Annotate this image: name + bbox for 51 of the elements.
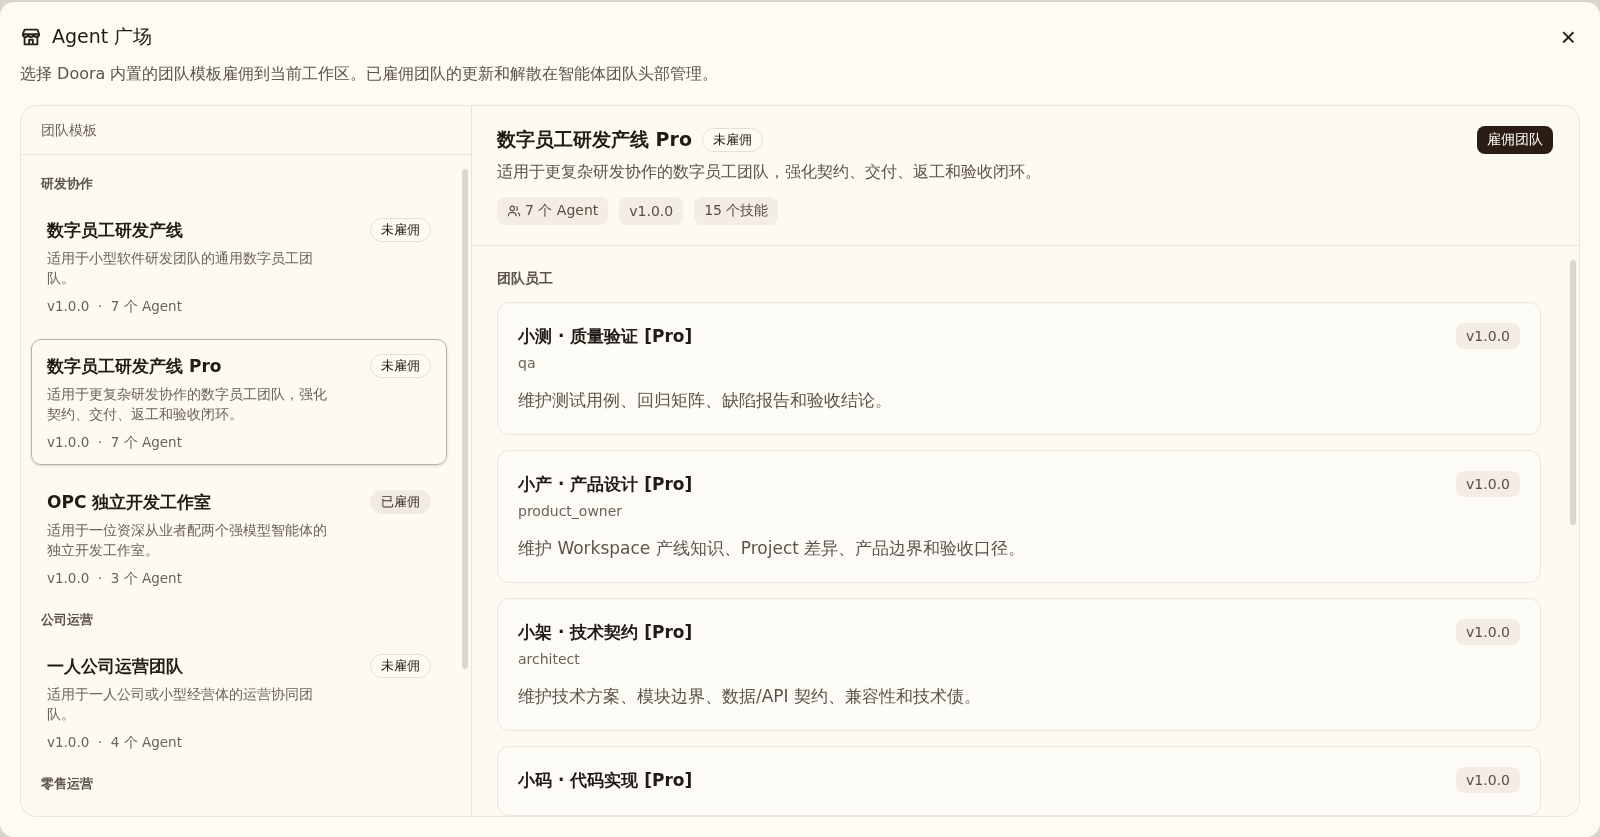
member-name: 小码 · 代码实现 [Pro]	[518, 768, 693, 792]
template-item[interactable]: 一人公司运营团队 未雇佣 适用于一人公司或小型经营体的运营协同团队。 v1.0.0 · 4 个 Agent	[31, 639, 447, 765]
hire-team-button[interactable]: 雇佣团队	[1477, 126, 1553, 154]
version-tag: v1.0.0	[1456, 767, 1520, 793]
close-button[interactable]: ×	[1556, 24, 1580, 50]
template-description: 适用于一位资深从业者配两个强模型智能体的独立开发工作室。	[47, 521, 328, 560]
status-badge: 已雇佣	[370, 490, 431, 514]
status-badge: 未雇佣	[370, 218, 431, 242]
group-label: 零售运营	[40, 775, 94, 793]
status-badge: 未雇佣	[370, 654, 431, 678]
template-description: 适用于更复杂研发协作的数字员工团队，强化契约、交付、返工和验收闭环。	[47, 385, 328, 424]
member-name: 小测 · 质量验证 [Pro]	[518, 324, 693, 348]
template-name: 一人公司运营团队	[47, 654, 183, 678]
member-role: product_owner	[518, 503, 624, 519]
template-description: 适用于一人公司或小型经营体的运营协同团队。	[47, 685, 314, 724]
status-badge: 未雇佣	[370, 354, 431, 378]
sidebar-header: 团队模板	[21, 106, 471, 155]
dialog-description: 选择 Doora 内置的团队模板雇佣到当前工作区。已雇佣团队的更新和解散在智能体团队头部管理。	[20, 64, 720, 85]
team-description: 适用于更复杂研发协作的数字员工团队，强化契约、交付、返工和验收闭环。	[497, 162, 1042, 183]
group-label: 公司运营	[40, 611, 94, 629]
member-description: 维护 Workspace 产线知识、Project 差异、产品边界和验收口径。	[518, 537, 1027, 560]
team-title: 数字员工研发产线 Pro	[497, 127, 692, 152]
template-item[interactable]: 数字员工研发产线 未雇佣 适用于小型软件研发团队的通用数字员工团队。 v1.0.0 · 7 个 Agent	[31, 203, 447, 329]
member-description: 维护技术方案、模块边界、数据/API 契约、兼容性和技术债。	[518, 685, 983, 708]
member-name: 小产 · 产品设计 [Pro]	[518, 472, 693, 496]
template-item[interactable]: OPC 独立开发工作室 已雇佣 适用于一位资深从业者配两个强模型智能体的独立开发工作室。 v1.0.0 · 3 个 Agent	[31, 475, 447, 601]
status-badge: 未雇佣	[701, 128, 763, 152]
store-icon	[20, 26, 42, 48]
dialog-title: Agent 广场	[52, 24, 153, 49]
info-tag: v1.0.0	[619, 197, 684, 225]
section-heading: 团队员工	[497, 270, 554, 288]
version-tag: v1.0.0	[1456, 323, 1520, 349]
member-name: 小架 · 技术契约 [Pro]	[518, 620, 693, 644]
template-name: 数字员工研发产线 Pro	[47, 354, 222, 378]
template-name: OPC 独立开发工作室	[47, 490, 212, 514]
version-tag: v1.0.0	[1456, 619, 1520, 645]
member-role: architect	[518, 651, 581, 667]
template-item[interactable]: 数字员工研发产线 Pro 未雇佣 适用于更复杂研发协作的数字员工团队，强化契约、交付、返工和验收闭环。 v1.0.0 · 7 个 Agent	[31, 339, 447, 465]
template-description: 适用于小型软件研发团队的通用数字员工团队。	[47, 249, 314, 288]
info-tag: 15 个技能	[694, 197, 779, 225]
template-meta: v1.0.0 · 3 个 Agent	[47, 570, 183, 588]
people-icon	[507, 204, 521, 218]
group-label: 研发协作	[40, 175, 94, 193]
member-description: 维护测试用例、回归矩阵、缺陷报告和验收结论。	[518, 389, 893, 412]
version-tag: v1.0.0	[1456, 471, 1520, 497]
template-meta: v1.0.0 · 4 个 Agent	[47, 734, 183, 752]
template-meta: v1.0.0 · 7 个 Agent	[47, 434, 183, 452]
info-tag: 7 个 Agent	[497, 197, 609, 225]
template-meta: v1.0.0 · 7 个 Agent	[47, 298, 183, 316]
member-role: qa	[518, 355, 537, 371]
template-name: 数字员工研发产线	[47, 218, 183, 242]
